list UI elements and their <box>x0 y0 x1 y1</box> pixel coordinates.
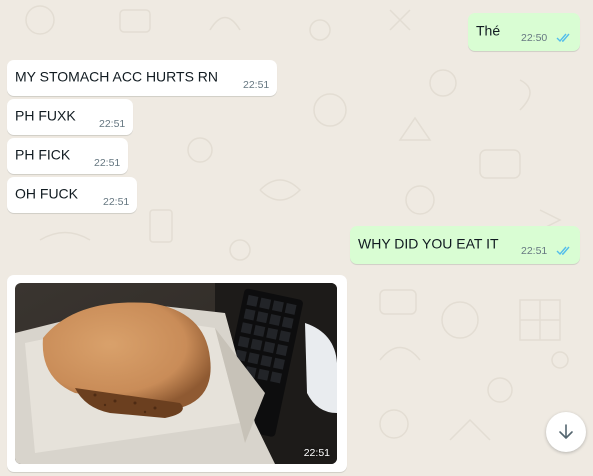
double-check-read-icon <box>556 246 570 256</box>
incoming-message[interactable]: PH FUXK 22:51 <box>7 99 133 135</box>
message-text: PH FICK <box>15 146 71 163</box>
message-time: 22:51 <box>99 118 126 130</box>
double-check-read-icon <box>556 33 570 43</box>
food-photo[interactable]: 22:51 <box>15 283 337 464</box>
message-time: 22:51 <box>303 447 330 459</box>
message-time: 22:51 <box>243 79 270 91</box>
incoming-message[interactable]: PH FICK 22:51 <box>7 138 128 174</box>
message-time: 22:51 <box>94 157 121 169</box>
message-text: Thé <box>476 22 501 39</box>
outgoing-message[interactable]: WHY DID YOU EAT IT 22:51 <box>350 226 580 264</box>
message-time: 22:51 <box>521 245 548 257</box>
message-text: OH FUCK <box>15 185 78 202</box>
message-text: MY STOMACH ACC HURTS RN <box>15 68 219 85</box>
food-photo-image <box>15 283 337 464</box>
message-text: PH FUXK <box>15 107 76 124</box>
outgoing-message[interactable]: Thé 22:50 <box>468 13 580 51</box>
message-time: 22:50 <box>521 32 548 44</box>
incoming-message[interactable]: OH FUCK 22:51 <box>7 177 137 213</box>
incoming-image-message[interactable]: 22:51 <box>7 275 347 472</box>
arrow-down-icon <box>559 424 573 439</box>
message-text: WHY DID YOU EAT IT <box>358 235 499 252</box>
message-time: 22:51 <box>103 196 130 208</box>
incoming-message[interactable]: MY STOMACH ACC HURTS RN 22:51 <box>7 60 277 96</box>
scroll-to-bottom-button[interactable] <box>546 412 586 452</box>
